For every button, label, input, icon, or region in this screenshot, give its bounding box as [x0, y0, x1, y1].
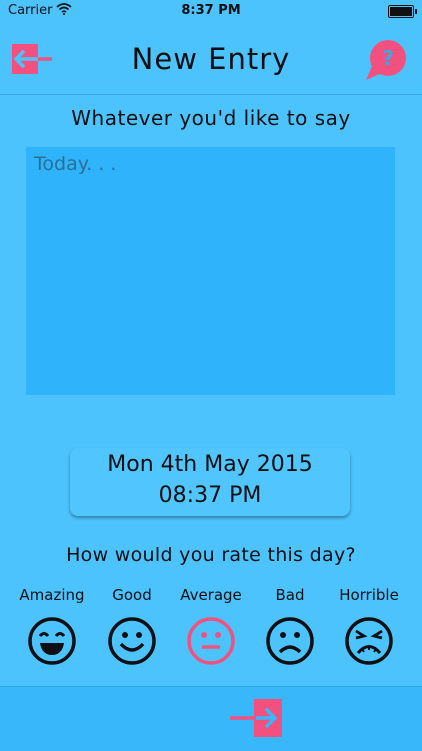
battery-icon	[388, 5, 417, 18]
frowning-face-icon	[266, 617, 314, 665]
date-time-picker[interactable]: Mon 4th May 2015 08:37 PM	[70, 448, 350, 516]
entry-date: Mon 4th May 2015	[107, 452, 313, 477]
smiling-face-icon	[108, 617, 156, 665]
entry-text-area[interactable]	[26, 147, 395, 395]
laughing-face-icon	[28, 617, 76, 665]
rating-label: Amazing	[19, 586, 85, 604]
rating-label: Average	[180, 586, 242, 604]
help-glyph: ?	[382, 46, 394, 70]
rating-bad[interactable]: Bad	[250, 584, 330, 674]
page-title: New Entry	[131, 42, 291, 76]
status-time: 8:37 PM	[181, 3, 241, 18]
rating-horrible[interactable]: Horrible	[329, 584, 409, 674]
help-bubble-icon: ?	[366, 40, 406, 80]
enter-arrow-icon	[230, 699, 282, 737]
bottom-toolbar	[0, 686, 422, 751]
entry-time: 08:37 PM	[158, 483, 262, 508]
rating-amazing[interactable]: Amazing	[12, 584, 92, 674]
rating-label: Good	[112, 586, 152, 604]
status-bar: Carrier 8:37 PM	[0, 0, 422, 22]
rating-label: Horrible	[339, 586, 399, 604]
nav-bar: New Entry ?	[0, 22, 422, 95]
rating-options: Amazing Good Average Bad Horrible	[0, 584, 422, 674]
entry-prompt: Whatever you'd like to say	[71, 106, 351, 130]
rating-average[interactable]: Average	[171, 584, 251, 674]
neutral-face-icon	[187, 617, 235, 665]
save-entry-button[interactable]	[228, 697, 286, 739]
help-button[interactable]: ?	[362, 38, 410, 86]
rating-label: Bad	[275, 586, 305, 604]
rating-question: How would you rate this day?	[66, 544, 356, 566]
rating-good[interactable]: Good	[92, 584, 172, 674]
distressed-face-icon	[345, 617, 393, 665]
